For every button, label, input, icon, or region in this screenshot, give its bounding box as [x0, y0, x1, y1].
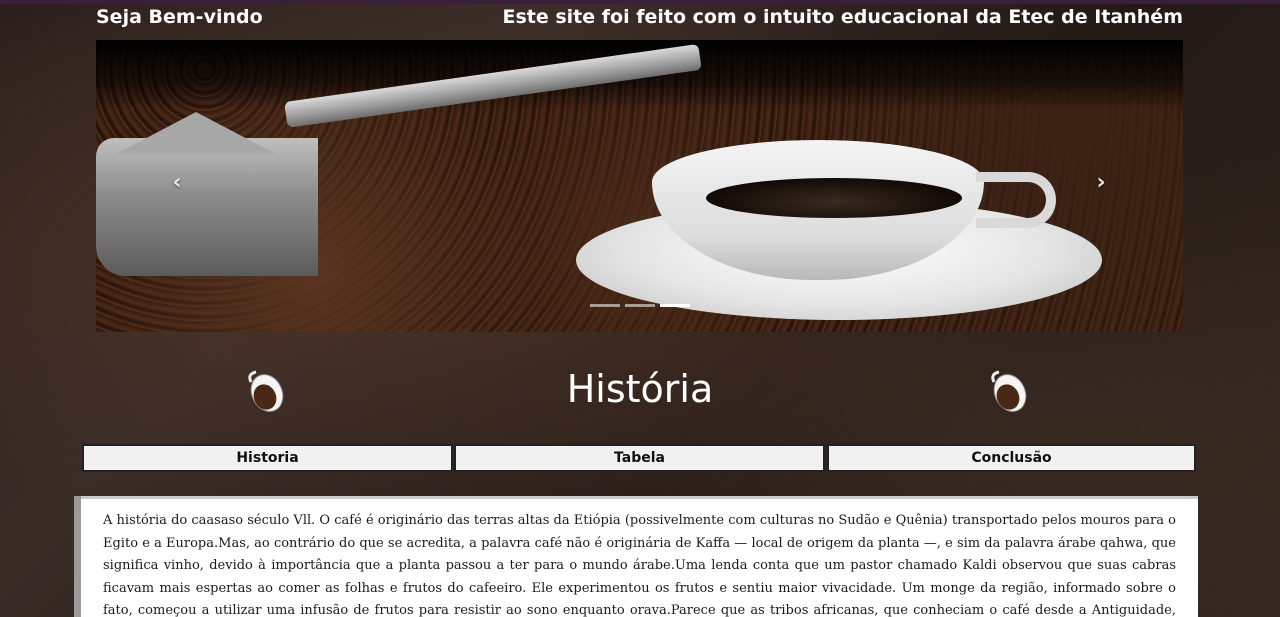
tab-historia[interactable]: Historia	[82, 444, 453, 472]
top-border	[0, 0, 1280, 4]
section-tabs: Historia Tabela Conclusão	[82, 444, 1196, 472]
history-paragraph: A história do caasaso século Vll. O café…	[103, 513, 1176, 617]
tab-tabela[interactable]: Tabela	[454, 444, 825, 472]
carousel-next-icon[interactable]: ›	[1086, 170, 1116, 195]
cup-handle-image	[976, 172, 1056, 228]
tab-conclusao[interactable]: Conclusão	[827, 444, 1196, 472]
coffee-cup-icon	[248, 370, 284, 412]
site-tagline: Este site foi feito com o intuito educac…	[502, 6, 1183, 28]
carousel-prev-icon[interactable]: ‹	[162, 170, 192, 195]
coffee-cup-icon	[991, 370, 1027, 412]
carousel-indicator-active[interactable]	[660, 304, 690, 307]
welcome-text: Seja Bem-vindo	[96, 6, 263, 28]
page-title: História	[566, 367, 714, 411]
carousel-indicator[interactable]	[590, 304, 620, 307]
scoop-cone-image	[116, 112, 276, 154]
scoop-image	[96, 138, 318, 276]
image-carousel[interactable]: ‹ ›	[96, 40, 1183, 332]
carousel-indicator[interactable]	[625, 304, 655, 307]
coffee-surface-image	[706, 178, 962, 218]
carousel-indicators	[590, 304, 690, 307]
history-content: A história do caasaso século Vll. O café…	[74, 496, 1198, 617]
